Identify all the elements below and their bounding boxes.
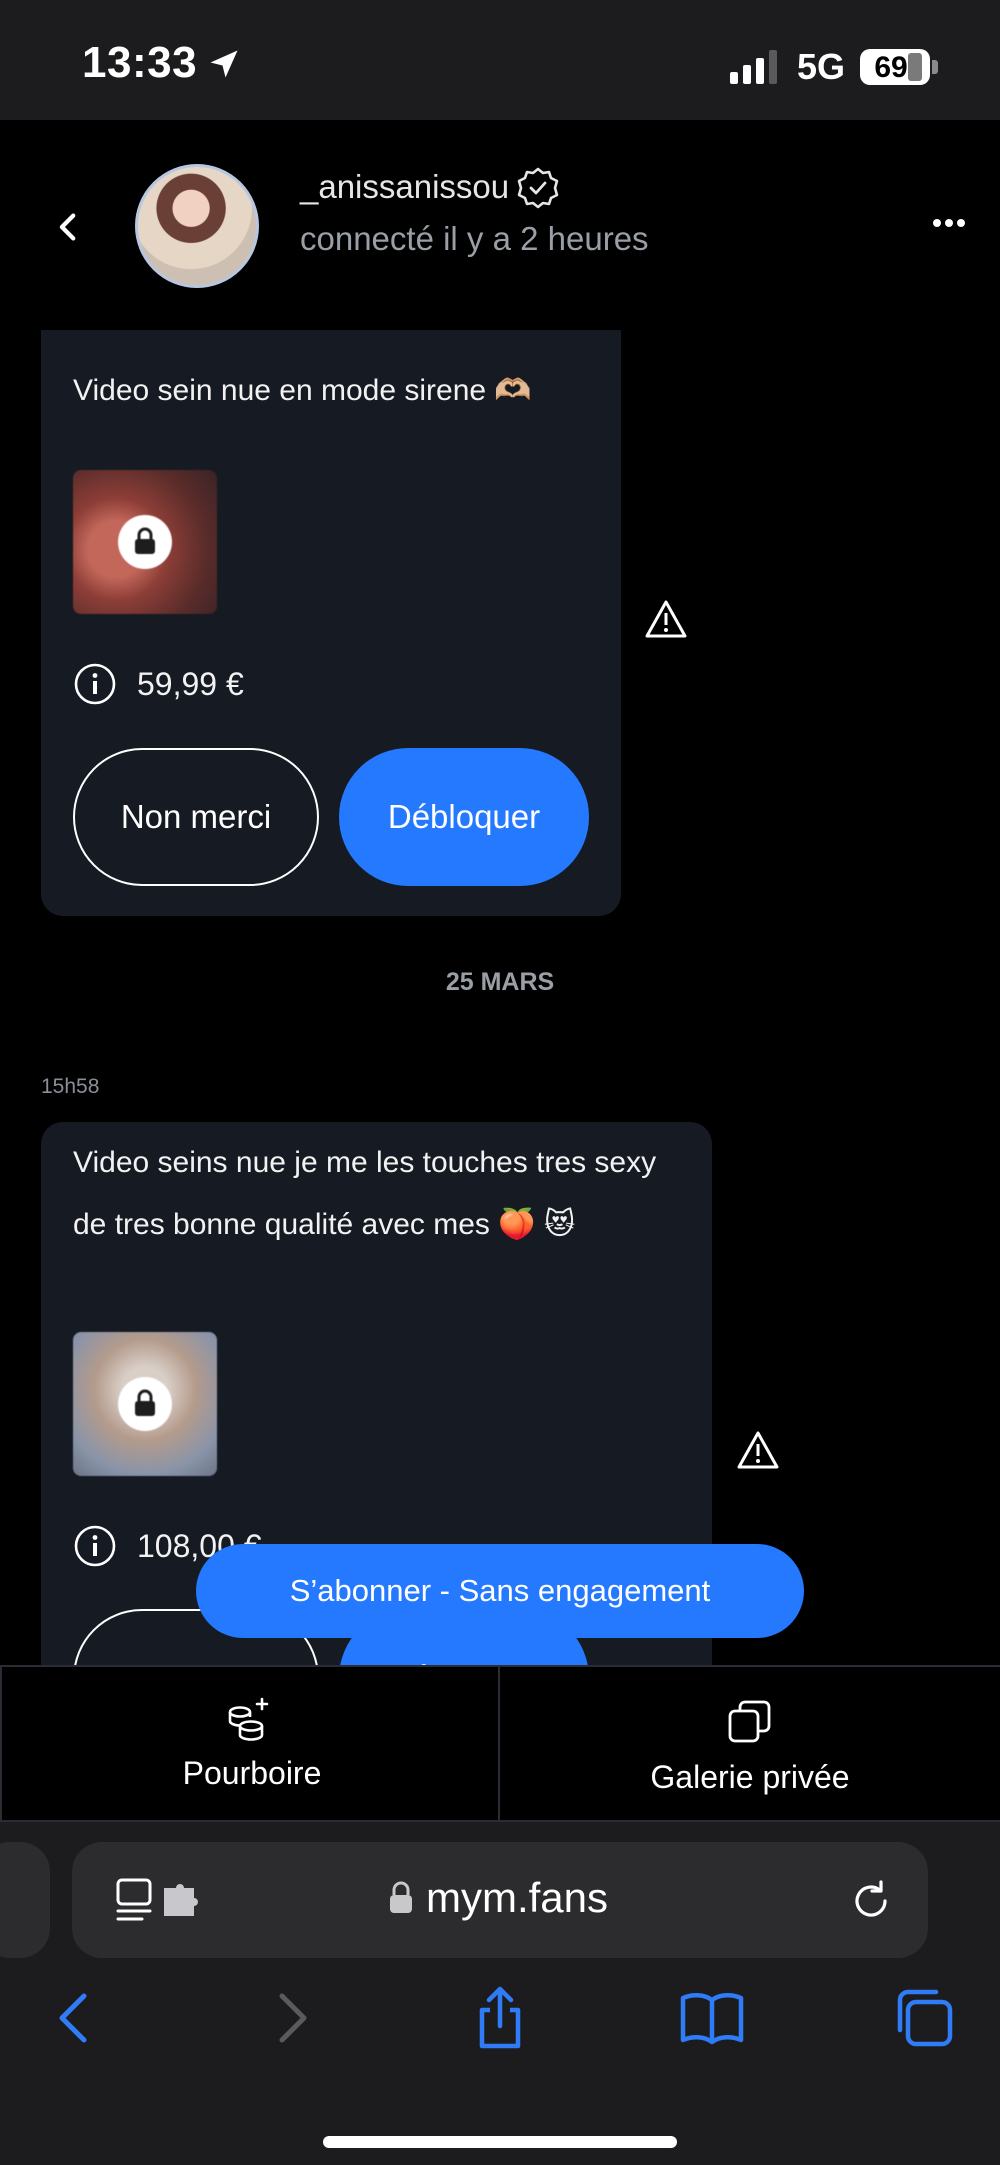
address-bar[interactable]: mym.fans	[72, 1842, 928, 1958]
more-options-icon[interactable]	[932, 216, 966, 230]
avatar[interactable]	[135, 164, 259, 288]
browser-toolbar: mym.fans	[0, 1822, 1000, 2165]
chat-header: _anissanissou connecté il y a 2 heures	[0, 120, 1000, 330]
forward-icon[interactable]	[258, 1986, 322, 2050]
lock-badge	[118, 1377, 172, 1431]
reload-icon[interactable]	[848, 1878, 894, 1924]
home-indicator	[323, 2136, 677, 2148]
message-text: de tres bonne qualité avec mes 🍑 😻	[73, 1208, 576, 1241]
message-time: 15h58	[41, 1075, 100, 1098]
info-icon[interactable]	[73, 662, 117, 706]
lock-badge	[118, 515, 172, 569]
network-type: 5G	[797, 46, 846, 87]
tab-tip-label: Pourboire	[182, 1755, 322, 1791]
tab-private-gallery-label: Galerie privée	[650, 1759, 850, 1795]
battery-nub	[932, 60, 938, 74]
subscribe-button[interactable]: S’abonner - Sans engagement	[196, 1544, 804, 1638]
tab-private-gallery[interactable]: Galerie privée	[500, 1667, 1000, 1822]
lock-icon	[135, 1389, 155, 1416]
report-warning-icon[interactable]	[736, 1430, 780, 1470]
back-chevron-icon[interactable]	[52, 210, 86, 244]
lock-icon	[390, 1881, 412, 1913]
locked-media-thumbnail[interactable]	[73, 1332, 217, 1476]
battery-icon: 69	[860, 49, 930, 85]
reader-extensions-icon[interactable]	[116, 1878, 206, 1922]
bottom-actions: Pourboire Galerie privée	[0, 1665, 1000, 1822]
presence-status: connecté il y a 2 heures	[300, 220, 649, 257]
report-warning-icon[interactable]	[644, 599, 688, 639]
battery-level: 69	[874, 51, 908, 84]
date-separator: 25 MARS	[445, 968, 555, 996]
price: 59,99 €	[137, 666, 244, 702]
unlock-button[interactable]: Débloquer	[339, 748, 589, 886]
previous-tab-preview[interactable]	[0, 1842, 50, 1958]
status-bar: 13:33 5G 69	[0, 0, 1000, 120]
signal-icon	[730, 50, 777, 84]
url-text[interactable]: mym.fans	[426, 1874, 608, 1922]
message-text: Video sein nue en mode sirene 🫶🏼	[73, 374, 532, 407]
location-arrow-icon	[210, 50, 238, 78]
status-time: 13:33	[82, 38, 198, 87]
back-icon[interactable]	[44, 1986, 108, 2050]
coins-plus-icon	[228, 1697, 269, 1741]
share-icon[interactable]	[468, 1986, 532, 2050]
locked-media-thumbnail[interactable]	[73, 470, 217, 614]
message-card: Video sein nue en mode sirene 🫶🏼 59,99 €…	[41, 330, 621, 916]
lock-icon	[135, 527, 155, 554]
gallery-icon	[728, 1700, 771, 1743]
message-text: Video seins nue je me les touches tres s…	[73, 1146, 657, 1179]
info-icon[interactable]	[73, 1524, 117, 1568]
chat-area[interactable]: Video sein nue en mode sirene 🫶🏼 59,99 €…	[0, 330, 1000, 1665]
tab-tip[interactable]: Pourboire	[0, 1667, 500, 1822]
verified-badge-icon	[517, 167, 559, 209]
bookmarks-icon[interactable]	[680, 1986, 744, 2050]
decline-button[interactable]: Non merci	[73, 748, 319, 886]
username[interactable]: _anissanissou	[300, 168, 509, 206]
tabs-icon[interactable]	[892, 1986, 956, 2050]
